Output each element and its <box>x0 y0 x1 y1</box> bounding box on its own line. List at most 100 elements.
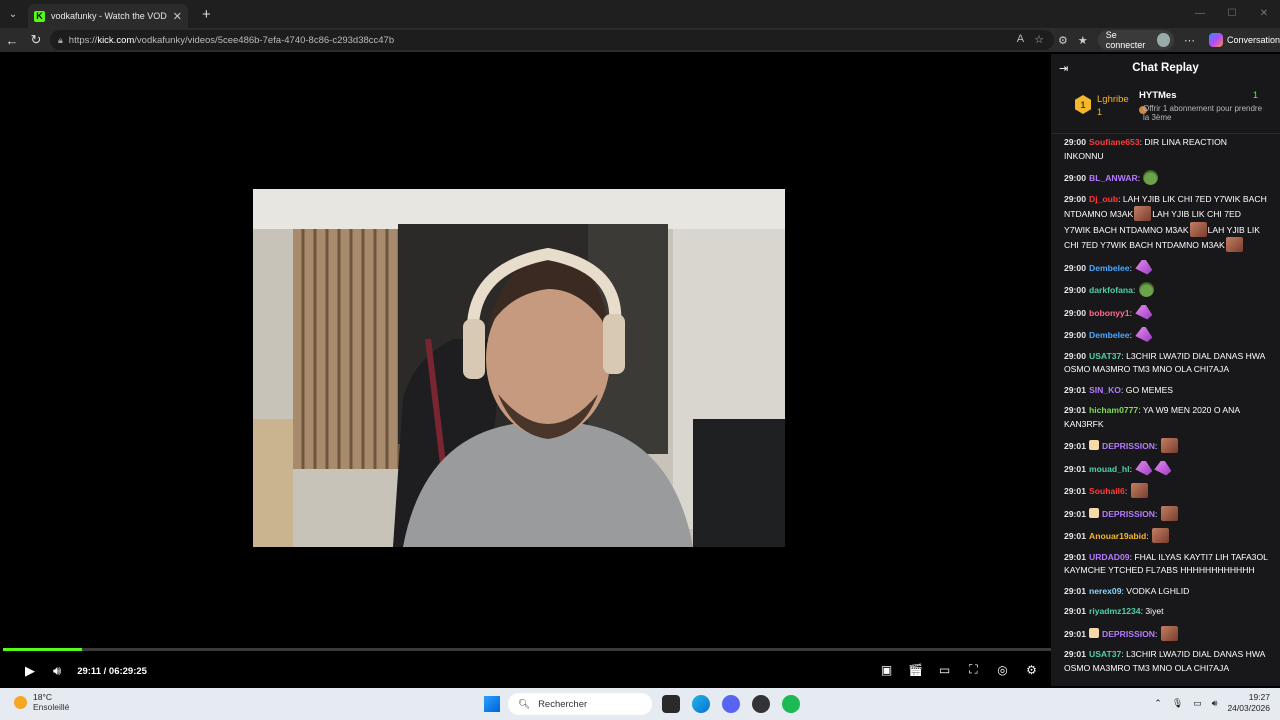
volume-icon[interactable]: 🔊︎ <box>53 663 61 679</box>
miniplayer-icon[interactable]: ▣ <box>879 662 894 677</box>
maximize-icon[interactable]: ☐ <box>1216 0 1248 28</box>
playback-speed-icon[interactable]: ◎ <box>995 662 1010 677</box>
close-window-icon[interactable]: ✕ <box>1248 0 1280 28</box>
chat-message: 29:01 hicham0777: YA W9 MEN 2020 O ANA KA… <box>1064 405 1240 429</box>
chat-message: 29:00 Dembelee: <box>1064 327 1268 343</box>
message-timestamp: 29:01 <box>1064 441 1086 451</box>
message-username[interactable]: hicham0777 <box>1089 405 1138 415</box>
video-frame[interactable] <box>253 189 785 547</box>
face-emote-icon <box>1160 438 1178 453</box>
weather-widget[interactable]: 18°C Ensoleillé <box>14 692 69 712</box>
fullscreen-icon[interactable]: ⛶ <box>966 662 981 677</box>
message-username[interactable]: bobonyy1 <box>1089 308 1130 318</box>
message-username[interactable]: USAT37 <box>1089 649 1121 659</box>
pink-emote-icon <box>1135 259 1153 275</box>
message-username[interactable]: Souhail6 <box>1089 486 1125 496</box>
message-username[interactable]: Soufiane653 <box>1089 137 1140 147</box>
message-timestamp: 29:01 <box>1064 405 1086 415</box>
read-aloud-icon[interactable]: A <box>1017 33 1024 46</box>
message-username[interactable]: USAT37 <box>1089 351 1121 361</box>
extensions-icon[interactable]: ⚙ <box>1058 34 1068 47</box>
pepe-emote-icon <box>1143 170 1159 185</box>
new-tab-icon[interactable]: + <box>202 6 211 23</box>
show-hidden-icons-icon[interactable]: ⌃ <box>1154 698 1162 709</box>
windows-start-icon[interactable] <box>484 696 500 712</box>
address-bar[interactable]: 🔒︎ https://kick.com/vodkafunky/videos/5c… <box>50 30 1054 50</box>
chat-message: 29:01 DEPRISSION: <box>1064 505 1268 522</box>
app-icon[interactable] <box>752 695 770 713</box>
collapse-chat-icon[interactable]: ⇥ <box>1059 62 1068 75</box>
minimize-icon[interactable]: — <box>1184 0 1216 28</box>
more-options-icon[interactable]: ⋯ <box>1184 34 1195 47</box>
signin-button[interactable]: Se connecter <box>1097 30 1174 50</box>
face-emote-icon <box>1130 483 1148 498</box>
message-timestamp: 29:00 <box>1064 350 1086 361</box>
player-controls: ▶ 🔊︎ 29:11 / 06:29:25 ▣ 🎬︎ ▭ ⛶ ◎ ⚙ <box>3 656 1051 686</box>
favorites-icon[interactable]: ★ <box>1078 34 1088 47</box>
edge-browser-icon[interactable] <box>692 695 710 713</box>
message-username[interactable]: Dj_oub <box>1089 194 1118 204</box>
message-username[interactable]: riyadmz1234 <box>1089 606 1141 616</box>
settings-gear-icon[interactable]: ⚙ <box>1024 662 1039 677</box>
message-username[interactable]: Anouar19abid <box>1089 531 1146 541</box>
face-emote-icon <box>1152 528 1170 543</box>
message-username[interactable]: darkfofana <box>1089 285 1133 295</box>
message-username[interactable]: DEPRISSION <box>1102 629 1155 639</box>
message-username[interactable]: SIN_KO <box>1089 385 1121 395</box>
speaker-icon[interactable]: 🔊︎ <box>1212 698 1218 709</box>
seek-bar-played <box>3 648 82 651</box>
gift-leaderboard: 1 Lghribe 1 HYTMes 1 Offrir 1 abonnement… <box>1051 82 1280 134</box>
message-username[interactable]: Dembelee <box>1089 263 1130 273</box>
navigation-bar: ← ↻ 🔒︎ https://kick.com/vodkafunky/video… <box>0 28 1280 52</box>
message-username[interactable]: DEPRISSION <box>1102 509 1155 519</box>
video-player[interactable]: ▶ 🔊︎ 29:11 / 06:29:25 ▣ 🎬︎ ▭ ⛶ ◎ ⚙ <box>3 54 1051 686</box>
gift-offer-text[interactable]: Offrir 1 abonnement pour prendre la 3ème <box>1143 104 1265 122</box>
network-icon[interactable]: ▭ <box>1193 698 1202 709</box>
favorite-star-icon[interactable]: ☆ <box>1034 33 1044 46</box>
tab-title: vodkafunky - Watch the VOD on K <box>51 11 169 21</box>
tab-strip: ⌄ K vodkafunky - Watch the VOD on K ✕ + … <box>0 0 1280 28</box>
theater-mode-icon[interactable]: ▭ <box>937 662 952 677</box>
clip-icon[interactable]: 🎬︎ <box>908 662 923 677</box>
chat-message-list[interactable]: 29:00 Soufiane653: DIR LINA REACTION INKO… <box>1051 136 1280 686</box>
message-username[interactable]: BL_ANWAR <box>1089 173 1138 183</box>
top-gifter-name[interactable]: Lghribe <box>1097 94 1129 105</box>
message-timestamp: 29:01 <box>1064 508 1086 519</box>
second-gifter-count: 1 <box>1252 90 1258 100</box>
play-icon[interactable]: ▶ <box>25 663 35 679</box>
message-username[interactable]: DEPRISSION <box>1102 441 1155 451</box>
tab-actions-menu[interactable]: ⌄ <box>0 0 26 28</box>
chat-message: 29:01 USAT37: L3CHIR LWA7ID DIAL DANAS HW… <box>1064 649 1265 673</box>
message-username[interactable]: nerex09 <box>1089 586 1122 596</box>
taskbar-search[interactable]: 🔍︎ Rechercher <box>508 693 652 715</box>
sun-icon <box>14 695 27 709</box>
message-username[interactable]: mouad_hl <box>1089 464 1130 474</box>
microphone-icon[interactable]: 🎙︎ <box>1172 698 1183 709</box>
spotify-icon[interactable] <box>782 695 800 713</box>
message-timestamp: 29:01 <box>1064 628 1086 639</box>
message-timestamp: 29:01 <box>1064 463 1086 474</box>
close-tab-icon[interactable]: ✕ <box>173 10 182 23</box>
task-view-icon[interactable] <box>662 695 680 713</box>
clock[interactable]: 19:27 24/03/2026 <box>1227 692 1270 714</box>
message-timestamp: 29:00 <box>1064 307 1086 318</box>
message-username[interactable]: Dembelee <box>1089 330 1130 340</box>
signin-label: Se connecter <box>1105 30 1146 50</box>
back-icon[interactable]: ← <box>0 33 24 48</box>
seek-bar[interactable] <box>3 648 1051 651</box>
message-text: GO MEMES <box>1125 384 1174 395</box>
refresh-icon[interactable]: ↻ <box>24 32 48 48</box>
system-tray: ⌃ 🎙︎ ▭ 🔊︎ 19:27 24/03/2026 <box>1154 692 1270 714</box>
chat-message: 29:00 bobonyy1: <box>1064 304 1268 321</box>
chat-panel: ⇥ Chat Replay 1 Lghribe 1 HYTMes 1 Offri… <box>1051 54 1280 686</box>
pink-emote-icon <box>1135 460 1153 476</box>
browser-tab[interactable]: K vodkafunky - Watch the VOD on K ✕ <box>28 4 188 28</box>
message-timestamp: 29:00 <box>1064 173 1086 183</box>
message-text: 3iyet <box>1145 606 1164 616</box>
temperature: 18°C <box>33 692 52 702</box>
discord-icon[interactable] <box>722 695 740 713</box>
message-timestamp: 29:01 <box>1064 486 1086 496</box>
second-gifter-name[interactable]: HYTMes <box>1139 90 1176 101</box>
copilot-button[interactable]: Conversation <box>1208 33 1280 47</box>
message-username[interactable]: URDAD09 <box>1089 552 1130 562</box>
